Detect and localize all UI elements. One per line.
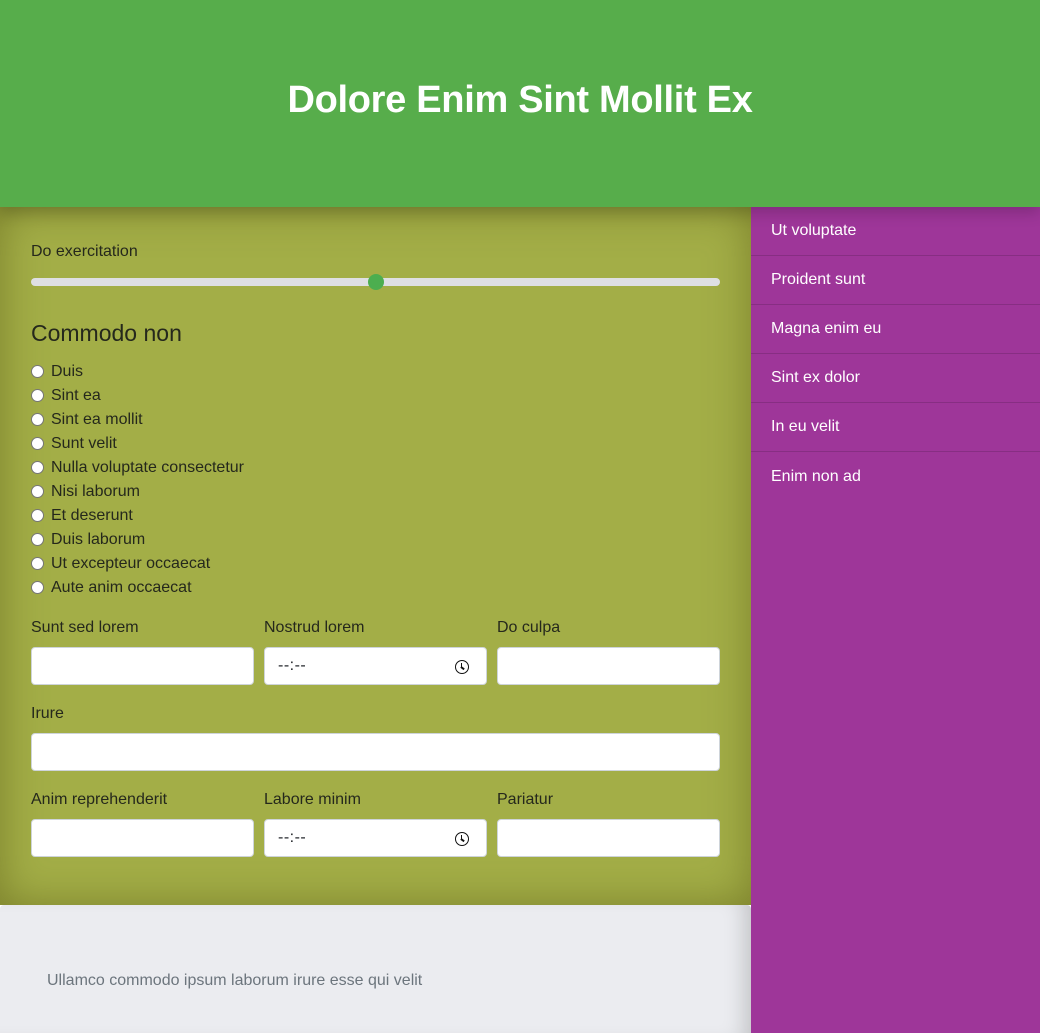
- radio-button[interactable]: [31, 508, 44, 522]
- radio-option-label: Nulla voluptate consectetur: [51, 459, 244, 476]
- radio-option-label: Sint ea mollit: [51, 411, 143, 428]
- radio-option-label: Aute anim occaecat: [51, 579, 192, 596]
- field-label-pariatur: Pariatur: [497, 791, 554, 808]
- radio-option-label: Sint ea: [51, 387, 101, 404]
- text-input-sunt-sed-lorem[interactable]: [31, 647, 254, 685]
- sidebar-item-magna-enim-eu[interactable]: Magna enim eu: [751, 305, 1040, 354]
- slider-label: Do exercitation: [31, 243, 138, 260]
- page-header: Dolore Enim Sint Mollit Ex: [0, 0, 1040, 207]
- radio-option[interactable]: Duis: [31, 360, 244, 384]
- radio-button[interactable]: [31, 460, 44, 474]
- radio-group-title: Commodo non: [31, 320, 182, 346]
- radio-button[interactable]: [31, 436, 44, 450]
- radio-option[interactable]: Ut excepteur occaecat: [31, 552, 244, 576]
- slider-thumb[interactable]: [367, 274, 384, 290]
- radio-option-label: Et deserunt: [51, 507, 133, 524]
- field-label-labore-minim: Labore minim: [264, 791, 361, 808]
- radio-group: Duis Sint ea Sint ea mollit Sunt velit Nulla…: [31, 360, 244, 600]
- radio-option-label: Ut excepteur occaecat: [51, 555, 211, 572]
- text-input-pariatur[interactable]: [497, 819, 720, 857]
- time-placeholder: --:--: [278, 657, 307, 674]
- radio-option[interactable]: Nisi laborum: [31, 480, 244, 504]
- field-label-anim-reprehenderit: Anim reprehenderit: [31, 791, 168, 808]
- page-title: Dolore Enim Sint Mollit Ex: [287, 79, 753, 121]
- radio-option[interactable]: Nulla voluptate consectetur: [31, 456, 244, 480]
- radio-option[interactable]: Et deserunt: [31, 504, 244, 528]
- radio-option-label: Duis: [51, 363, 84, 380]
- sidebar-item-in-eu-velit[interactable]: In eu velit: [751, 403, 1040, 452]
- field-label-irure: Irure: [31, 705, 64, 722]
- field-label-nostrud-lorem: Nostrud lorem: [264, 619, 365, 636]
- field-label-do-culpa: Do culpa: [497, 619, 561, 636]
- sidebar-item-proident-sunt[interactable]: Proident sunt: [751, 256, 1040, 305]
- radio-option-label: Nisi laborum: [51, 483, 140, 500]
- sidebar-item-enim-non-ad[interactable]: Enim non ad: [751, 452, 1040, 501]
- radio-button[interactable]: [31, 580, 44, 594]
- radio-option-label: Sunt velit: [51, 435, 117, 452]
- text-input-anim-reprehenderit[interactable]: [31, 819, 254, 857]
- text-input-irure[interactable]: [31, 733, 720, 771]
- radio-button[interactable]: [31, 412, 44, 426]
- time-placeholder: --:--: [278, 829, 307, 846]
- radio-option[interactable]: Aute anim occaecat: [31, 576, 244, 600]
- page-footer: Ullamco commodo ipsum laborum irure esse…: [0, 905, 751, 1033]
- radio-button[interactable]: [31, 556, 44, 570]
- sidebar-item-sint-ex-dolor[interactable]: Sint ex dolor: [751, 354, 1040, 403]
- footer-text: Ullamco commodo ipsum laborum irure esse…: [47, 972, 423, 989]
- radio-button[interactable]: [31, 484, 44, 498]
- sidebar-nav: Ut voluptate Proident sunt Magna enim eu Si…: [751, 207, 1040, 1033]
- sidebar-item-ut-voluptate[interactable]: Ut voluptate: [751, 207, 1040, 256]
- time-input-nostrud-lorem[interactable]: --:--: [264, 647, 487, 685]
- radio-option[interactable]: Duis laborum: [31, 528, 244, 552]
- radio-button[interactable]: [31, 532, 44, 546]
- radio-option-label: Duis laborum: [51, 531, 146, 548]
- radio-option[interactable]: Sint ea mollit: [31, 408, 244, 432]
- radio-button[interactable]: [31, 364, 44, 378]
- clock-icon[interactable]: [455, 660, 469, 674]
- field-label-sunt-sed-lorem: Sunt sed lorem: [31, 619, 139, 636]
- time-input-labore-minim[interactable]: --:--: [264, 819, 487, 857]
- radio-option[interactable]: Sint ea: [31, 384, 244, 408]
- radio-button[interactable]: [31, 388, 44, 402]
- range-slider[interactable]: [31, 274, 720, 290]
- main-form-panel: Do exercitation Commodo non Duis Sint ea S…: [0, 207, 751, 905]
- text-input-do-culpa[interactable]: [497, 647, 720, 685]
- clock-icon[interactable]: [455, 832, 469, 846]
- radio-option[interactable]: Sunt velit: [31, 432, 244, 456]
